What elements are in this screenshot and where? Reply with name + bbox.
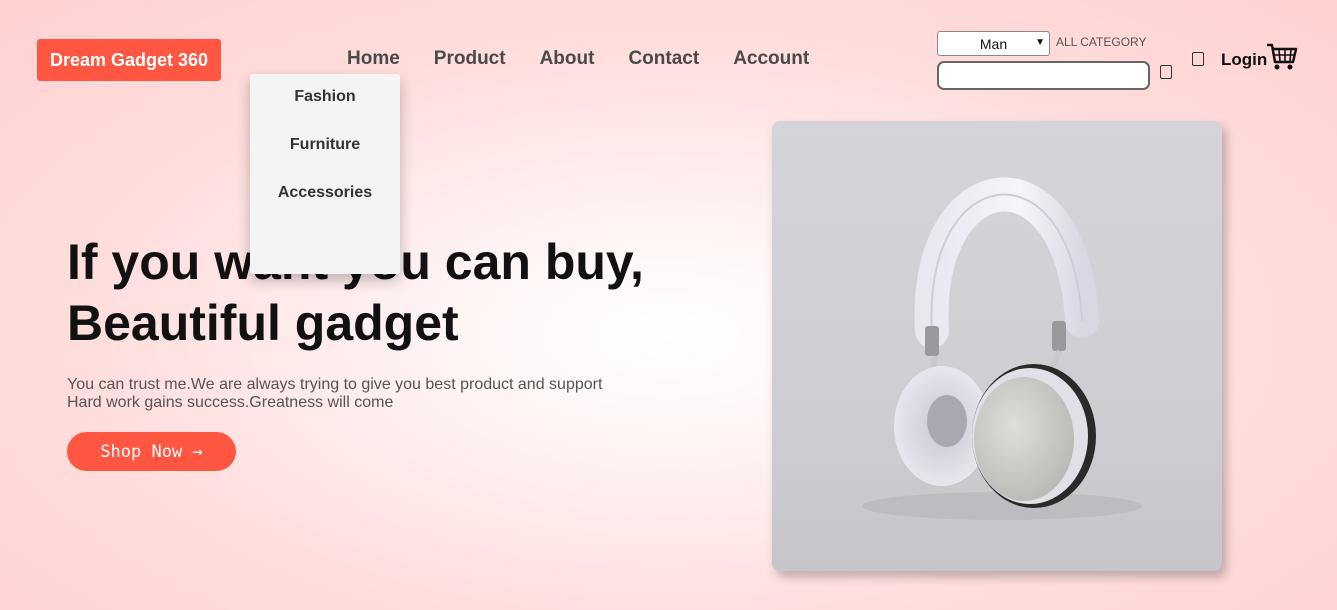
nav-about[interactable]: About [540,48,595,70]
category-label: ALL CATEGORY [1056,35,1147,49]
nav-account[interactable]: Account [733,48,809,70]
dropdown-item-furniture[interactable]: Furniture [250,136,400,184]
nav-product[interactable]: Product [434,48,506,70]
category-select[interactable]: Man ▼ [937,31,1050,56]
chevron-down-icon: ▼ [1035,37,1045,48]
dropdown-item-fashion[interactable]: Fashion [250,88,400,136]
nav-home[interactable]: Home [347,48,400,70]
hero-description: You can trust me.We are always trying to… [67,376,602,412]
login-link[interactable]: Login [1221,50,1267,70]
brand-logo[interactable]: Dream Gadget 360 [37,39,221,81]
search-icon[interactable] [1160,65,1172,79]
product-image-headphones [772,121,1222,571]
hero-description-line1: You can trust me.We are always trying to… [67,376,603,393]
category-select-value: Man [979,35,1008,52]
user-icon[interactable] [1192,52,1204,66]
hero-title-line2: Beautiful gadget [67,295,459,351]
product-dropdown-menu: Fashion Furniture Accessories [250,74,400,274]
search-input[interactable] [937,61,1150,90]
cart-icon[interactable] [1266,42,1298,77]
dropdown-item-accessories[interactable]: Accessories [250,184,400,232]
main-nav: Home Product About Contact Account [347,48,843,70]
shop-now-button[interactable]: Shop Now → [67,432,236,471]
nav-contact[interactable]: Contact [628,48,699,70]
hero-description-line2: Hard work gains success.Greatness will c… [67,394,394,411]
